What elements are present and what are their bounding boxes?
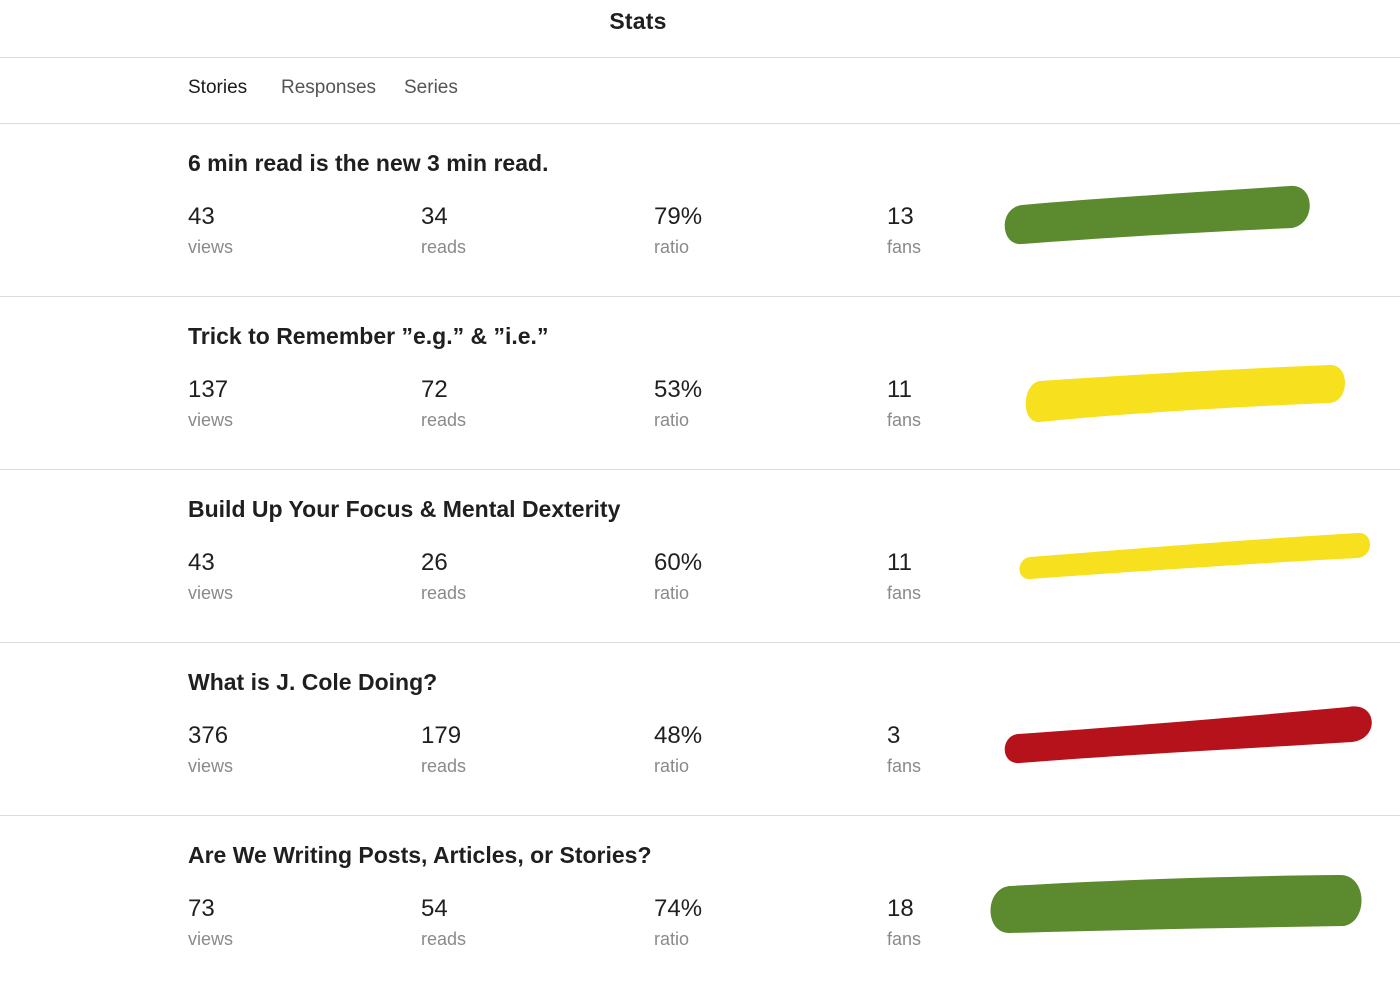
story-row: Build Up Your Focus & Mental Dexterity 4… [0,470,1400,643]
ratio-value: 74% [654,895,703,922]
reads-value: 26 [421,549,448,576]
reads-label: reads [421,410,467,430]
fans-metric: 11 fans [887,548,1087,606]
story-title[interactable]: Are We Writing Posts, Articles, or Stori… [188,842,652,869]
views-metric: 43 views [188,548,388,606]
fans-metric: 13 fans [887,202,1087,260]
reads-metric: 26 reads [421,548,621,606]
tab-responses[interactable]: Responses [281,77,376,99]
tab-stories[interactable]: Stories [188,77,247,99]
fans-metric: 3 fans [887,721,1087,779]
fans-value: 3 [887,722,901,749]
fans-value: 11 [887,549,912,576]
views-label: views [188,756,234,776]
views-label: views [188,583,234,603]
fans-label: fans [887,237,922,257]
reads-metric: 179 reads [421,721,621,779]
fans-value: 13 [887,203,914,230]
ratio-metric: 74% ratio [654,894,854,952]
reads-label: reads [421,756,467,776]
views-label: views [188,237,234,257]
ratio-label: ratio [654,583,690,603]
story-title[interactable]: What is J. Cole Doing? [188,669,437,696]
story-title[interactable]: Trick to Remember ”e.g.” & ”i.e.” [188,323,548,350]
views-value: 376 [188,722,229,749]
views-value: 137 [188,376,229,403]
views-label: views [188,929,234,949]
ratio-label: ratio [654,929,690,949]
ratio-metric: 53% ratio [654,375,854,433]
fans-metric: 18 fans [887,894,1087,952]
reads-metric: 54 reads [421,894,621,952]
ratio-value: 60% [654,549,703,576]
tab-series[interactable]: Series [404,77,458,99]
fans-label: fans [887,929,922,949]
ratio-value: 53% [654,376,703,403]
ratio-label: ratio [654,237,690,257]
fans-label: fans [887,756,922,776]
views-metric: 43 views [188,202,388,260]
views-value: 73 [188,895,215,922]
tab-bar: Stories Responses Series [0,58,1400,124]
reads-label: reads [421,929,467,949]
reads-label: reads [421,237,467,257]
reads-value: 72 [421,376,448,403]
reads-metric: 34 reads [421,202,621,260]
ratio-metric: 48% ratio [654,721,854,779]
reads-value: 54 [421,895,448,922]
story-row: 6 min read is the new 3 min read. 43 vie… [0,124,1400,297]
fans-value: 18 [887,895,914,922]
reads-value: 34 [421,203,448,230]
ratio-label: ratio [654,756,690,776]
views-label: views [188,410,234,430]
top-bar: Stats [0,0,1400,58]
ratio-value: 79% [654,203,703,230]
fans-metric: 11 fans [887,375,1087,433]
views-value: 43 [188,203,215,230]
story-title[interactable]: 6 min read is the new 3 min read. [188,150,548,177]
views-metric: 73 views [188,894,388,952]
views-metric: 137 views [188,375,388,433]
ratio-metric: 60% ratio [654,548,854,606]
story-title[interactable]: Build Up Your Focus & Mental Dexterity [188,496,620,523]
reads-value: 179 [421,722,462,749]
fans-label: fans [887,410,922,430]
reads-label: reads [421,583,467,603]
story-row: Trick to Remember ”e.g.” & ”i.e.” 137 vi… [0,297,1400,470]
fans-label: fans [887,583,922,603]
ratio-metric: 79% ratio [654,202,854,260]
views-metric: 376 views [188,721,388,779]
story-row: Are We Writing Posts, Articles, or Stori… [0,816,1400,989]
ratio-value: 48% [654,722,703,749]
views-value: 43 [188,549,215,576]
reads-metric: 72 reads [421,375,621,433]
page-title: Stats [609,8,667,34]
ratio-label: ratio [654,410,690,430]
fans-value: 11 [887,376,912,403]
story-row: What is J. Cole Doing? 376 views 179 rea… [0,643,1400,816]
